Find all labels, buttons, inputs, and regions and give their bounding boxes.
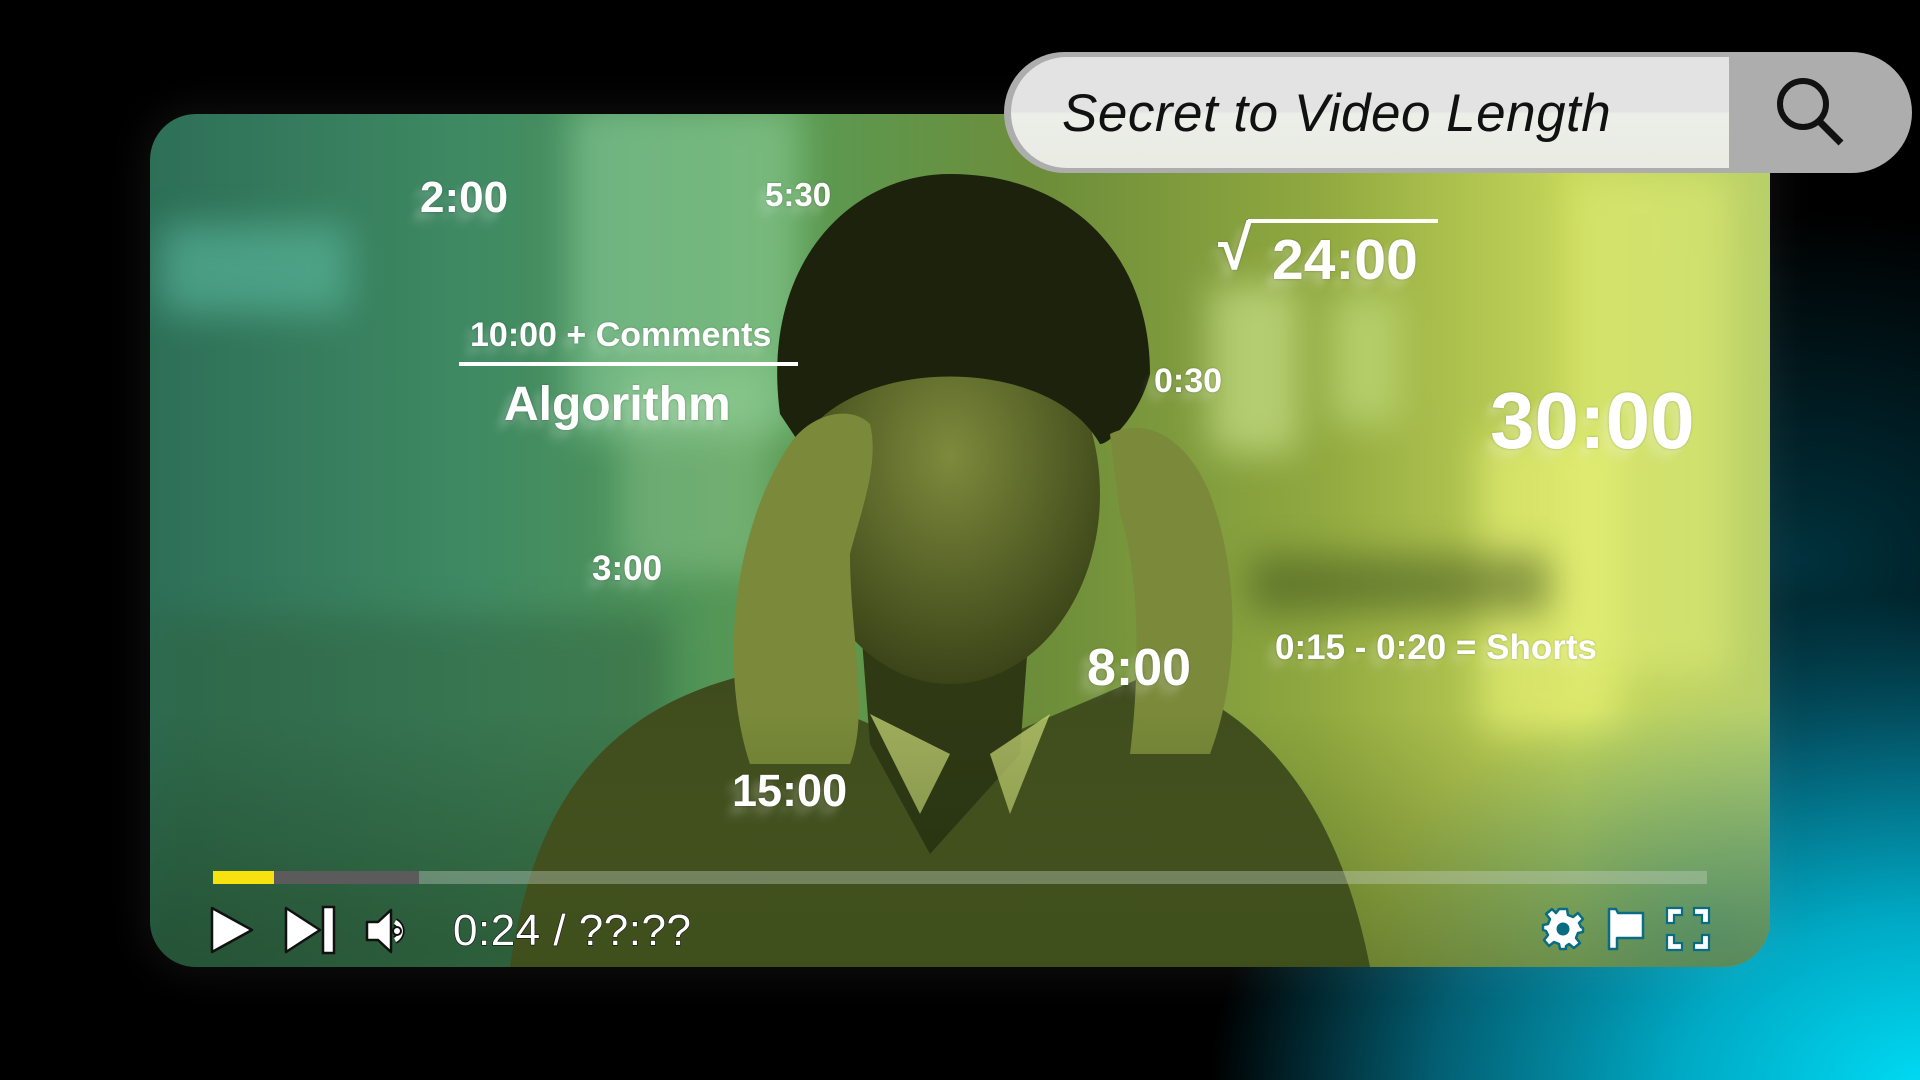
video-player[interactable] <box>150 114 1770 967</box>
flag-icon[interactable] <box>1606 906 1646 952</box>
overlay-time-0-30: 0:30 <box>1154 362 1223 400</box>
overlay-time-2-00: 2:00 <box>420 173 509 222</box>
sqrt-overline <box>1248 219 1438 223</box>
overlay-time-8-00: 8:00 <box>1087 639 1192 697</box>
sqrt-symbol: √ <box>1218 214 1253 283</box>
settings-gear-icon[interactable] <box>1540 906 1586 952</box>
fullscreen-icon[interactable] <box>1665 906 1711 952</box>
overlay-time-15-00: 15:00 <box>732 765 848 816</box>
volume-icon[interactable] <box>364 906 412 956</box>
overlay-time-30-00: 30:00 <box>1490 376 1695 465</box>
overlay-time-5-30: 5:30 <box>765 176 832 213</box>
overlay-time-24-00: 24:00 <box>1272 228 1418 292</box>
fraction-numerator: 10:00 + Comments <box>470 316 772 354</box>
next-icon[interactable] <box>282 904 338 956</box>
play-icon[interactable] <box>208 904 256 956</box>
progress-bar[interactable] <box>213 871 1707 884</box>
fraction-denominator: Algorithm <box>504 378 731 431</box>
search-icon <box>1777 78 1844 146</box>
progress-played <box>213 871 275 884</box>
video-vignette <box>150 114 1770 967</box>
overlay-shorts-length: 0:15 - 0:20 = Shorts <box>1275 628 1597 667</box>
overlay-time-3-00: 3:00 <box>592 549 663 588</box>
search-input[interactable] <box>1062 78 1712 148</box>
search-button[interactable] <box>1760 64 1860 160</box>
fraction-line <box>459 362 798 366</box>
time-display: 0:24 / ??:?? <box>452 905 692 955</box>
